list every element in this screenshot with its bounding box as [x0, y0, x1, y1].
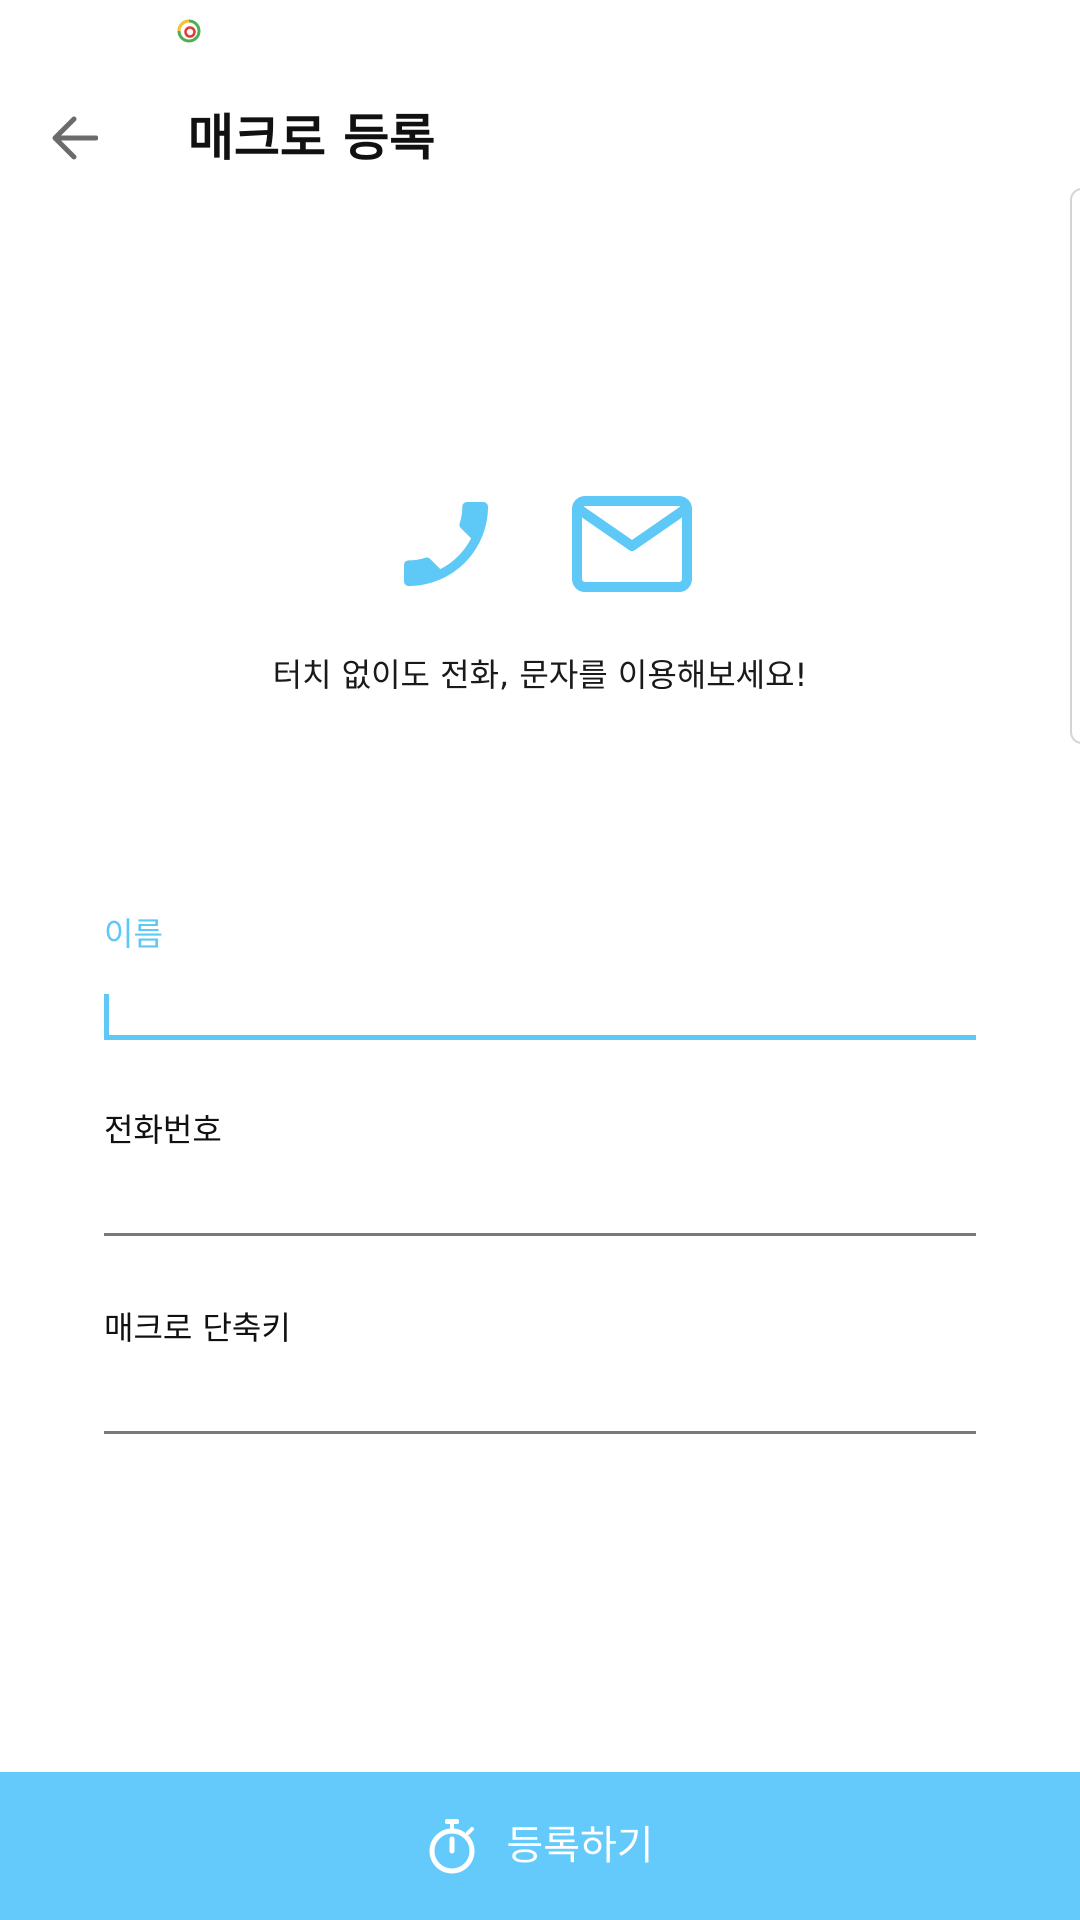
shortcut-field: 매크로 단축키 [104, 1306, 976, 1434]
stopwatch-icon [429, 1819, 475, 1874]
register-button[interactable]: 등록하기 [0, 1772, 1080, 1920]
phone-field-label: 전화번호 [104, 1111, 222, 1149]
app-notification-icon [177, 19, 201, 43]
arrow-left-icon [52, 116, 98, 160]
register-button-content: 등록하기 [426, 1817, 654, 1875]
mail-icon [572, 496, 692, 592]
name-field-label: 이름 [104, 915, 163, 953]
macro-register-screen: 매크로 등록 터치 없이도 전화, 문자를 이용해보세요! 이름 전화번호 매크… [0, 0, 1080, 1920]
status-bar [0, 0, 1080, 60]
text-caret [104, 994, 109, 1038]
app-bar: 매크로 등록 [0, 80, 1080, 196]
hero-description: 터치 없이도 전화, 문자를 이용해보세요! [272, 656, 808, 694]
name-input[interactable] [104, 966, 976, 1040]
phone-input[interactable] [104, 1162, 976, 1236]
hero-icons [390, 488, 700, 604]
page-title: 매크로 등록 [188, 109, 436, 167]
shortcut-field-label: 매크로 단축키 [104, 1309, 291, 1347]
phone-icon [404, 502, 488, 586]
name-field: 이름 [104, 912, 976, 1040]
back-button[interactable] [36, 100, 112, 176]
shortcut-input[interactable] [104, 1360, 976, 1434]
phone-field: 전화번호 [104, 1108, 976, 1236]
register-button-label: 등록하기 [506, 1823, 654, 1869]
